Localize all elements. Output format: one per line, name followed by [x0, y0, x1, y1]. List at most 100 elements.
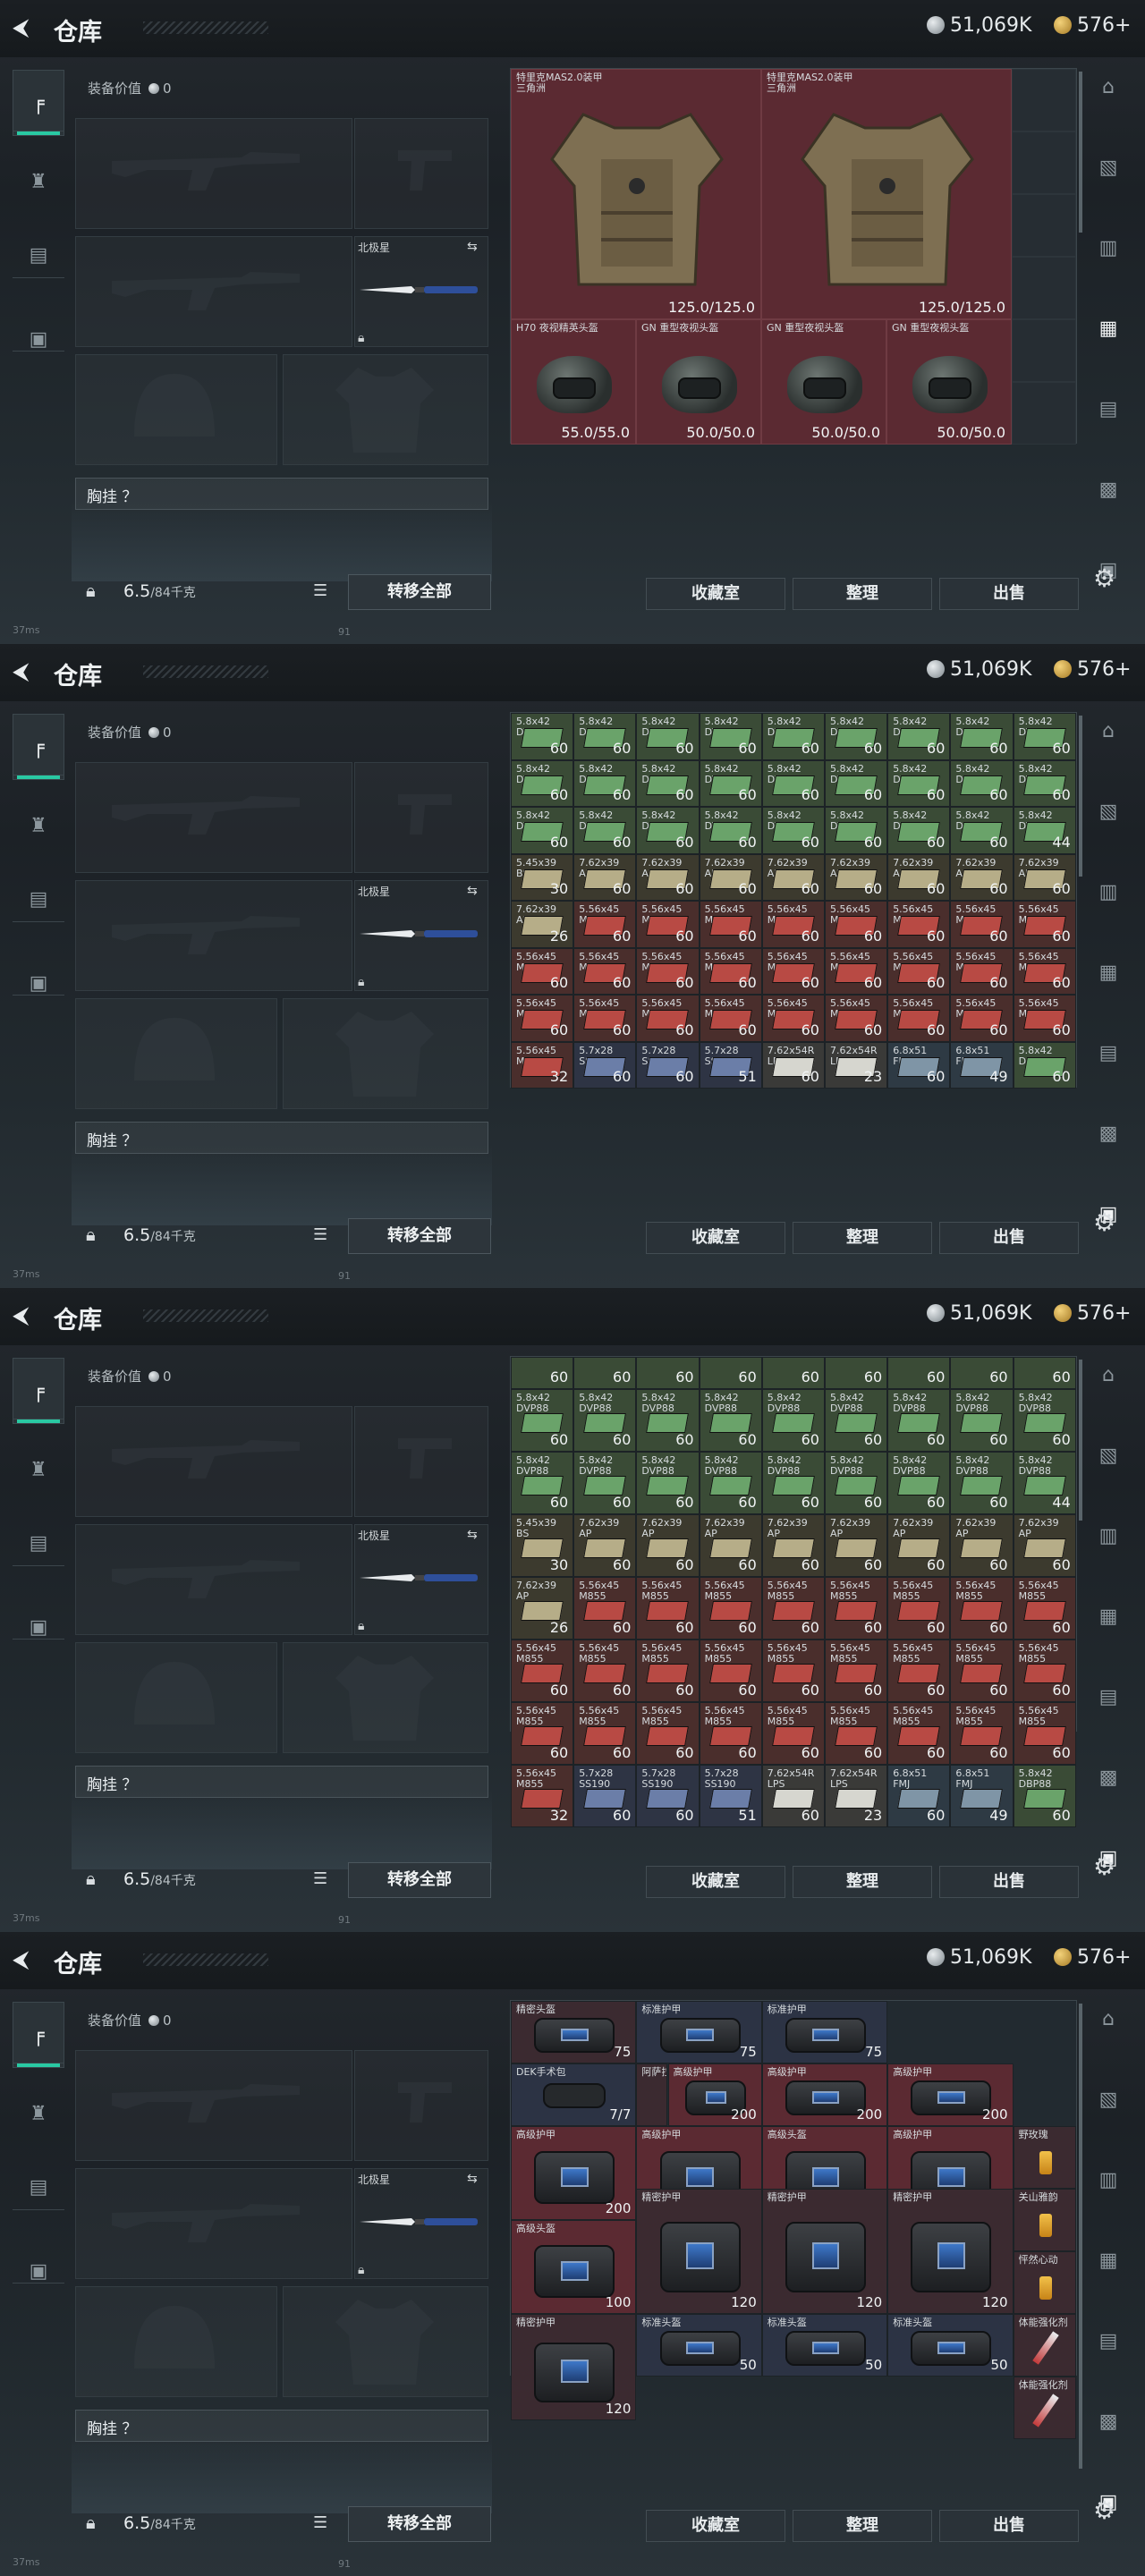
storage-item[interactable]: 标准头盔 50	[887, 2314, 1014, 2377]
back-arrow-icon[interactable]: ⮜	[13, 14, 38, 41]
settings-gear-icon[interactable]: ⚙	[1093, 1852, 1124, 1882]
swap-icon[interactable]: ⇆	[467, 884, 478, 898]
ammo-item[interactable]: 5.56x45 M85560	[573, 1577, 637, 1640]
ammo-item-partial[interactable]: 60	[950, 1357, 1014, 1389]
warehouse-4-icon[interactable]: ▦	[1090, 309, 1127, 347]
ammo-item[interactable]: 5.56x45 M85560	[825, 1640, 888, 1702]
warehouse-5-icon[interactable]: ▤	[1090, 390, 1127, 428]
ammo-item[interactable]: 5.8x42 DVP8860	[887, 713, 951, 760]
ammo-item[interactable]: 7.62x39 AP60	[636, 853, 700, 901]
sort-button[interactable]: 整理	[793, 1866, 932, 1898]
ammo-item[interactable]: 5.8x42 DVP8860	[761, 1452, 825, 1514]
ammo-item[interactable]: 5.56x45 M85560	[825, 1577, 888, 1640]
ammo-item[interactable]: 7.62x39 AP26	[511, 901, 574, 948]
ammo-item[interactable]: 5.56x45 M85560	[887, 1640, 951, 1702]
ammo-item[interactable]: 5.8x42 DVP8860	[950, 1389, 1014, 1452]
storage-item[interactable]: 标准头盔 50	[761, 2314, 888, 2377]
gold-currency[interactable]: 576+	[1054, 658, 1131, 681]
warehouse-6-icon[interactable]: ▩	[1090, 1758, 1127, 1796]
case-tab-icon[interactable]: ▣	[13, 2238, 64, 2304]
collection-button[interactable]: 收藏室	[646, 1222, 785, 1254]
grid-scrollbar[interactable]	[1079, 72, 1082, 233]
storage-item[interactable]: 关山雅韵	[1013, 2189, 1076, 2251]
ammo-item[interactable]: 5.8x42 DVP8860	[761, 713, 825, 760]
ammo-item[interactable]: 5.56x45 M85532	[511, 1041, 574, 1089]
gun-tab-icon[interactable]: ╒	[13, 2002, 64, 2068]
ammo-item[interactable]: 7.62x39 AP60	[950, 1514, 1014, 1577]
storage-item[interactable]: 精密护甲 120	[636, 2189, 762, 2314]
ammo-item[interactable]: 5.8x42 DVP8860	[573, 713, 637, 760]
ammo-item[interactable]: 5.8x42 DVP8860	[573, 1452, 637, 1514]
warehouse-6-icon[interactable]: ▩	[1090, 2402, 1127, 2440]
ammo-item[interactable]: 5.8x42 DVP8860	[825, 807, 888, 854]
ammo-item[interactable]: 5.7x28 SS19060	[573, 1765, 637, 1827]
ammo-item[interactable]: 5.56x45 M85560	[699, 1640, 762, 1702]
sort-button[interactable]: 整理	[793, 1222, 932, 1254]
ammo-item[interactable]: 5.8x42 DVP8860	[636, 1389, 700, 1452]
warehouse-1-icon[interactable]: ⌂	[1090, 68, 1127, 106]
ammo-item-partial[interactable]: 60	[1013, 1357, 1076, 1389]
ammo-item[interactable]: 7.62x39 AP60	[1013, 853, 1076, 901]
ammo-item[interactable]: 5.56x45 M85560	[950, 995, 1014, 1042]
ammo-item[interactable]: 5.8x42 DVP8860	[699, 1389, 762, 1452]
warehouse-2-icon[interactable]: ▧	[1090, 1436, 1127, 1474]
ammo-item[interactable]: 5.56x45 M85532	[511, 1765, 574, 1827]
ammo-item[interactable]: 5.56x45 M85560	[761, 1577, 825, 1640]
ammo-item[interactable]: 5.7x28 SS19051	[699, 1041, 762, 1089]
warehouse-1-icon[interactable]: ⌂	[1090, 712, 1127, 750]
swap-icon[interactable]: ⇆	[467, 240, 478, 254]
warehouse-6-icon[interactable]: ▩	[1090, 470, 1127, 508]
ammo-item[interactable]: 5.8x42 DVP8860	[950, 807, 1014, 854]
ammo-item-partial[interactable]: 60	[636, 1357, 700, 1389]
ammo-item[interactable]: 5.56x45 M85560	[636, 1577, 700, 1640]
ammo-item[interactable]: 5.56x45 M85560	[573, 995, 637, 1042]
ammo-item[interactable]: 5.56x45 M85560	[1013, 1640, 1076, 1702]
ammo-item[interactable]: 5.56x45 M85560	[825, 901, 888, 948]
ammo-item[interactable]: 7.62x39 AP60	[825, 1514, 888, 1577]
ammo-item[interactable]: 5.8x42 DVP8860	[1013, 1389, 1076, 1452]
ammo-item[interactable]: 5.56x45 M85560	[887, 947, 951, 995]
storage-item[interactable]: 精密头盔 75	[511, 2001, 637, 2063]
ammo-item[interactable]: 5.56x45 M85560	[1013, 901, 1076, 948]
ammo-item[interactable]: 5.56x45 M85560	[699, 947, 762, 995]
ammo-item-partial[interactable]: 60	[887, 1357, 951, 1389]
ammo-item[interactable]: 5.56x45 M85560	[636, 901, 700, 948]
ammo-item[interactable]: 6.8x51 FMJ 60	[887, 1765, 951, 1827]
ammo-item[interactable]: 5.8x42 DBP88 60	[1013, 1765, 1076, 1827]
ammo-item[interactable]: 5.8x42 DVP8860	[950, 759, 1014, 807]
ammo-item[interactable]: 5.8x42 DVP88 44	[1013, 1452, 1076, 1514]
storage-item[interactable]: 高级护甲 200	[511, 2126, 637, 2220]
warehouse-1-icon[interactable]: ⌂	[1090, 1356, 1127, 1394]
case-tab-icon[interactable]: ▣	[13, 1594, 64, 1660]
armor-tab-icon[interactable]: ♜	[13, 792, 64, 859]
storage-item[interactable]: 高级护甲 200	[667, 2063, 762, 2126]
ammo-item[interactable]: 5.7x28 SS19060	[573, 1041, 637, 1089]
storage-item[interactable]: 精密护甲 120	[761, 2189, 888, 2314]
ammo-item[interactable]: 5.56x45 M85560	[761, 1702, 825, 1765]
storage-item[interactable]: 高级头盔 100	[511, 2220, 637, 2314]
warehouse-5-icon[interactable]: ▤	[1090, 2322, 1127, 2360]
ammo-item[interactable]: 5.56x45 M85560	[887, 1702, 951, 1765]
back-arrow-icon[interactable]: ⮜	[13, 1302, 38, 1329]
armor-tab-icon[interactable]: ♜	[13, 1436, 64, 1503]
ammo-item[interactable]: 5.56x45 M85560	[699, 1702, 762, 1765]
ammo-item[interactable]: 7.62x54R LPS60	[761, 1041, 825, 1089]
ammo-item[interactable]: 5.56x45 M85560	[761, 947, 825, 995]
ammo-item[interactable]: 5.56x45 M85560	[511, 995, 574, 1042]
ammo-item[interactable]: 5.56x45 M85560	[573, 947, 637, 995]
ammo-item[interactable]: 5.56x45 M85560	[573, 901, 637, 948]
ammo-item[interactable]: 5.8x42 DVP8860	[825, 1389, 888, 1452]
ammo-item[interactable]: 5.8x42 DVP8860	[761, 759, 825, 807]
gun-tab-icon[interactable]: ╒	[13, 714, 64, 780]
collection-button[interactable]: 收藏室	[646, 2510, 785, 2542]
ammo-item[interactable]: 5.8x42 DVP8860	[511, 807, 574, 854]
grid-scrollbar[interactable]	[1079, 2004, 1082, 2469]
warehouse-1-icon[interactable]: ⌂	[1090, 2000, 1127, 2038]
sell-button[interactable]: 出售	[939, 578, 1079, 610]
ammo-item[interactable]: 5.56x45 M85560	[511, 947, 574, 995]
ammo-item[interactable]: 5.45x39 BS 30	[511, 1514, 574, 1577]
ammo-item[interactable]: 7.62x54R LPS23	[825, 1041, 888, 1089]
ammo-item[interactable]: 5.8x42 DVP8860	[950, 713, 1014, 760]
ammo-item[interactable]: 5.56x45 M85560	[699, 1577, 762, 1640]
ammo-item[interactable]: 6.8x51 FMJ49	[950, 1041, 1014, 1089]
